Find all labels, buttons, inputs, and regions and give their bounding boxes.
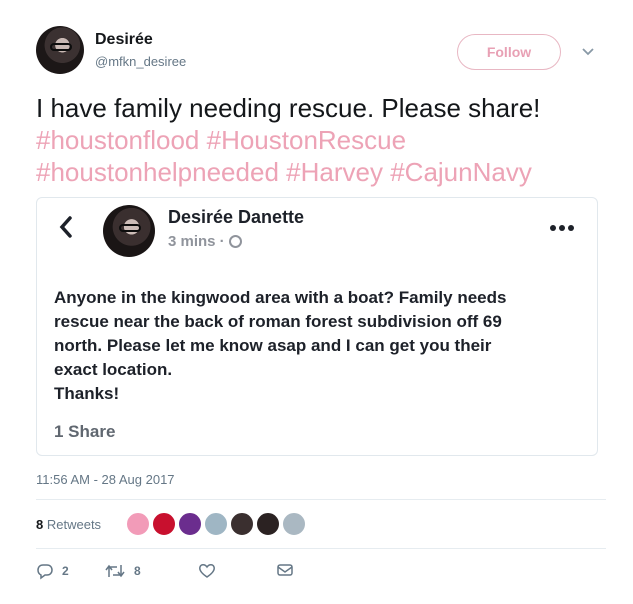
reply-icon: [37, 564, 53, 580]
retweeter-avatar[interactable]: [152, 512, 176, 536]
tweet-timestamp[interactable]: 11:56 AM - 28 Aug 2017: [36, 472, 175, 487]
retweet-stats[interactable]: 8 Retweets: [36, 517, 101, 532]
retweet-icon: [105, 564, 125, 578]
hashtag-link[interactable]: #houstonhelpneeded: [36, 157, 279, 187]
hashtag-link[interactable]: #Harvey: [286, 157, 383, 187]
attached-screenshot[interactable]: Desirée Danette 3 mins · Anyone in the k…: [36, 197, 598, 456]
retweet-count: 8: [134, 564, 141, 578]
card-author-name: Desirée Danette: [168, 207, 305, 227]
back-arrow-icon: [59, 214, 73, 245]
author-name[interactable]: Desirée: [95, 31, 153, 49]
chevron-down-icon[interactable]: [581, 44, 595, 58]
retweeter-avatar[interactable]: [204, 512, 228, 536]
heart-icon: [199, 564, 215, 578]
hashtag-link[interactable]: #houstonflood: [36, 125, 199, 155]
tweet-header: Desirée @mfkn_desiree Follow: [36, 26, 606, 78]
divider: [36, 548, 606, 549]
retweeter-avatar[interactable]: [178, 512, 202, 536]
tweet-body: I have family needing rescue. Please sha…: [36, 93, 541, 123]
retweeter-avatar[interactable]: [282, 512, 306, 536]
direct-message-button[interactable]: [276, 562, 302, 578]
tweet-text: I have family needing rescue. Please sha…: [36, 92, 606, 188]
more-options-icon: [549, 212, 575, 238]
retweeter-avatar[interactable]: [230, 512, 254, 536]
retweet-button[interactable]: 8: [104, 562, 141, 580]
author-avatar[interactable]: [36, 26, 84, 74]
divider: [36, 499, 606, 500]
reply-button[interactable]: 2: [36, 562, 69, 580]
envelope-icon: [277, 564, 293, 576]
follow-button[interactable]: Follow: [457, 34, 561, 70]
hashtag-link[interactable]: #CajunNavy: [390, 157, 532, 187]
card-post-text: Anyone in the kingwood area with a boat?…: [54, 288, 507, 403]
card-share-count: 1 Share: [54, 422, 116, 441]
hashtag-link[interactable]: #HoustonRescue: [207, 125, 406, 155]
author-handle[interactable]: @mfkn_desiree: [95, 54, 186, 69]
retweeter-avatar[interactable]: [256, 512, 280, 536]
card-timestamp: 3 mins ·: [168, 233, 242, 250]
reply-count: 2: [62, 564, 69, 578]
card-avatar: [103, 205, 155, 257]
like-button[interactable]: [198, 562, 224, 580]
retweeter-avatar[interactable]: [126, 512, 150, 536]
retweeter-avatars: [126, 512, 308, 538]
globe-icon: [228, 235, 242, 248]
